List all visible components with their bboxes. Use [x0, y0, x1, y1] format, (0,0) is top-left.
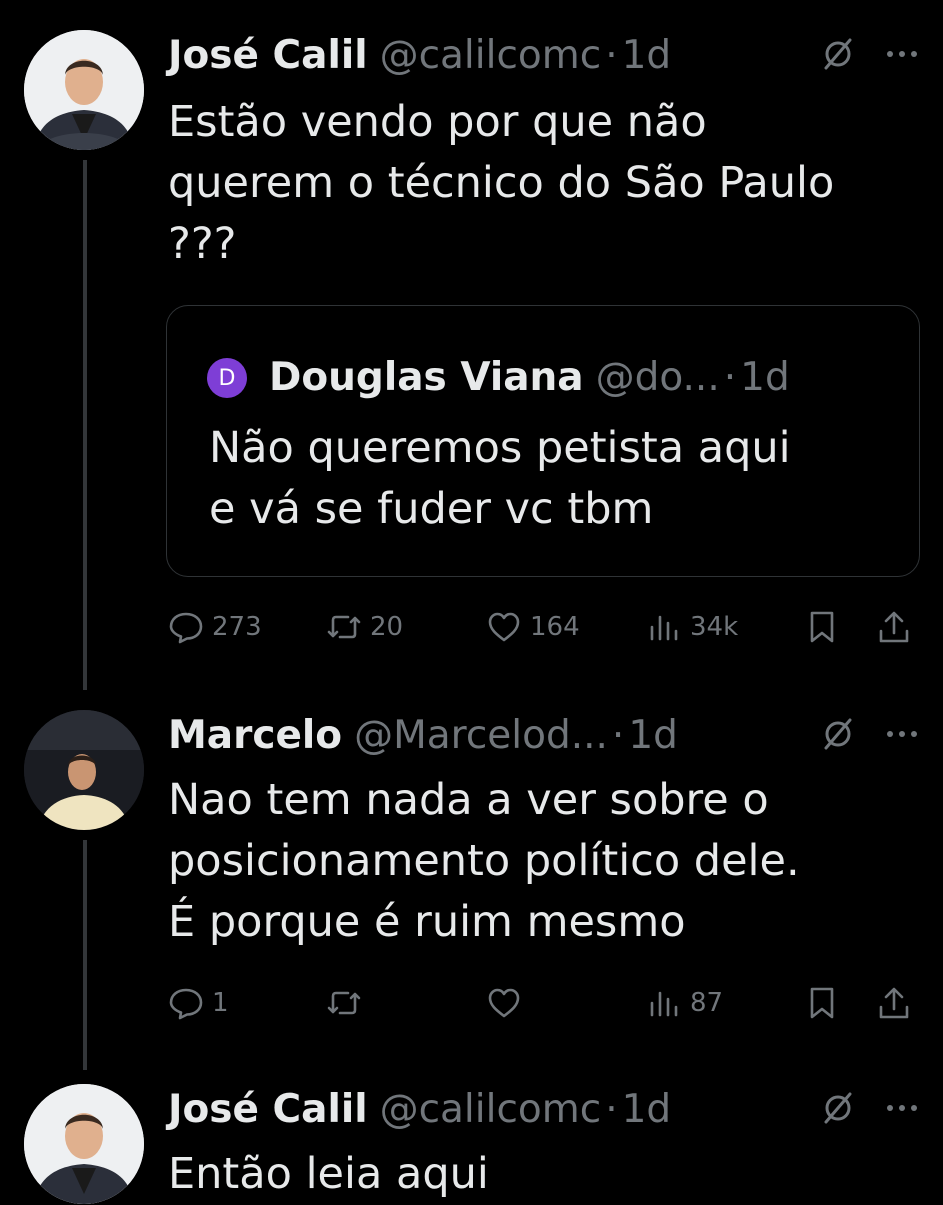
action-bar: 1 87 [168, 978, 928, 1028]
quoted-author-name[interactable]: Douglas Viana [269, 355, 584, 400]
reply-icon [169, 988, 203, 1020]
retweet-icon [327, 991, 361, 1015]
views-icon [650, 991, 678, 1017]
tweet-text: Então leia aqui [168, 1149, 489, 1199]
avatar-marcelo[interactable] [24, 710, 144, 830]
avatar-photo [24, 30, 144, 150]
tweet-header: Marcelo @Marcelod... · 1d [168, 710, 678, 760]
bookmark-button[interactable] [804, 978, 840, 1028]
reply-count: 1 [212, 988, 229, 1018]
quoted-avatar[interactable]: D [207, 358, 247, 398]
share-icon [879, 987, 909, 1019]
like-count: 164 [530, 612, 580, 642]
views-icon [650, 615, 678, 641]
more-icon[interactable] [882, 1088, 922, 1128]
quoted-timestamp[interactable]: 1d [740, 355, 790, 400]
tweet-2[interactable]: Marcelo @Marcelod... · 1d Nao tem nada a… [0, 710, 943, 1050]
avatar-photo [24, 1084, 144, 1204]
quoted-tweet[interactable]: D Douglas Viana @do... · 1d Não queremos… [166, 305, 920, 577]
timestamp[interactable]: 1d [622, 33, 672, 78]
action-bar: 273 20 164 34k [168, 602, 928, 652]
share-button[interactable] [876, 602, 912, 652]
reply-count: 273 [212, 612, 262, 642]
more-icon[interactable] [882, 34, 922, 74]
quoted-header: Douglas Viana @do... · 1d [269, 350, 790, 404]
reply-button[interactable]: 273 [168, 602, 262, 652]
quoted-author-handle[interactable]: @do... [596, 355, 720, 400]
separator-dot: · [605, 32, 618, 78]
like-button[interactable] [486, 978, 530, 1028]
tweet-text: Nao tem nada a ver sobre o posicionament… [168, 775, 800, 947]
author-handle[interactable]: @calilcomc [380, 33, 602, 78]
separator-dot: · [611, 712, 625, 758]
avatar-jose-calil[interactable] [24, 1084, 144, 1204]
tweet-header: José Calil @calilcomc · 1d [168, 1084, 671, 1134]
timestamp[interactable]: 1d [622, 1087, 672, 1132]
grok-icon[interactable] [818, 34, 858, 74]
tweet-3[interactable]: José Calil @calilcomc · 1d Então leia aq… [0, 1084, 943, 1204]
share-button[interactable] [876, 978, 912, 1028]
retweet-button[interactable]: 20 [326, 602, 403, 652]
retweet-icon [327, 615, 361, 639]
like-icon [488, 612, 520, 642]
author-name[interactable]: Marcelo [168, 713, 342, 758]
author-name[interactable]: José Calil [168, 1087, 368, 1132]
grok-icon[interactable] [818, 1088, 858, 1128]
author-handle[interactable]: @Marcelod... [354, 713, 608, 758]
separator-dot: · [605, 1086, 618, 1132]
timestamp[interactable]: 1d [628, 713, 678, 758]
like-button[interactable]: 164 [486, 602, 580, 652]
retweet-count: 20 [370, 612, 404, 642]
grok-icon[interactable] [818, 714, 858, 754]
views-count: 34k [690, 612, 739, 642]
avatar-photo [24, 710, 144, 830]
bookmark-icon [810, 987, 834, 1019]
quoted-text: Não queremos petista aqui e vá se fuder … [209, 423, 791, 534]
share-icon [879, 611, 909, 643]
avatar-jose-calil[interactable] [24, 30, 144, 150]
author-handle[interactable]: @calilcomc [380, 1087, 602, 1132]
like-icon [488, 988, 520, 1018]
bookmark-button[interactable] [804, 602, 840, 652]
more-icon[interactable] [882, 714, 922, 754]
views-button[interactable]: 87 [646, 978, 723, 1028]
tweet-header: José Calil @calilcomc · 1d [168, 30, 671, 80]
views-count: 87 [690, 988, 724, 1018]
bookmark-icon [810, 611, 834, 643]
tweet-1[interactable]: José Calil @calilcomc · 1d Estão vendo p… [0, 30, 943, 670]
reply-button[interactable]: 1 [168, 978, 229, 1028]
views-button[interactable]: 34k [646, 602, 738, 652]
author-name[interactable]: José Calil [168, 33, 368, 78]
reply-icon [169, 612, 203, 644]
separator-dot: · [723, 354, 737, 400]
retweet-button[interactable] [326, 978, 370, 1028]
tweet-text: Estão vendo por que não querem o técnico… [168, 97, 835, 269]
